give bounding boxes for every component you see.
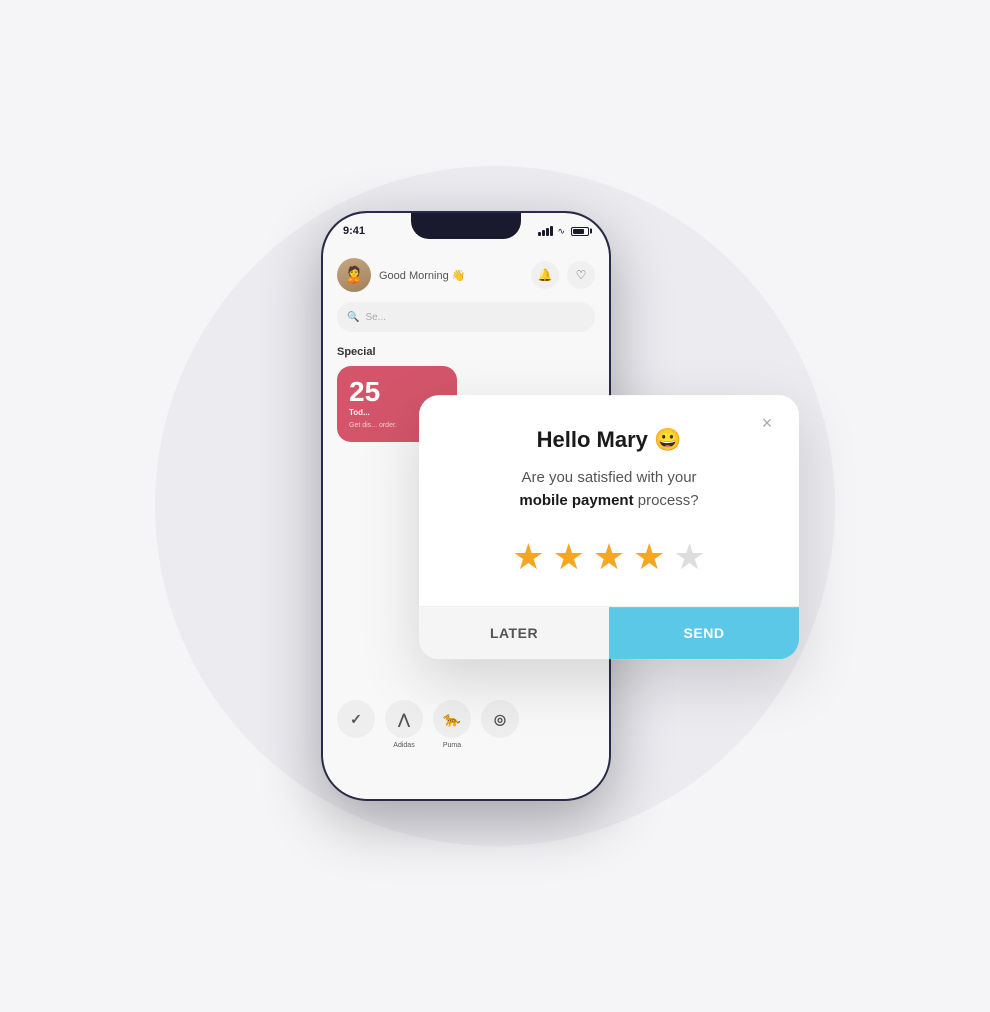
- brand-item-nike[interactable]: ✓: [337, 700, 375, 749]
- wifi-icon: ∿: [557, 226, 565, 237]
- search-icon: 🔍: [347, 312, 359, 323]
- close-button[interactable]: ×: [755, 411, 779, 435]
- brand-name-adidas: Adidas: [393, 742, 414, 749]
- popup-desc-process: process?: [638, 492, 699, 509]
- signal-icon: [538, 226, 553, 236]
- search-placeholder: Se...: [365, 312, 386, 323]
- brand-name-puma: Puma: [443, 742, 461, 749]
- brand-item-asics[interactable]: ◎: [481, 700, 519, 749]
- scene: 9:41 ∿: [145, 156, 845, 856]
- star-4[interactable]: ★: [633, 536, 665, 578]
- status-bar: 9:41 ∿: [323, 221, 609, 241]
- popup-desc-line1: Are you satisfied with your: [521, 469, 696, 486]
- battery-icon: [571, 227, 589, 236]
- header-icons: 🔔 ♡: [531, 261, 595, 289]
- brand-circle-asics: ◎: [481, 700, 519, 738]
- brand-item-puma[interactable]: 🐆 Puma: [433, 700, 471, 749]
- avatar: 🙎: [337, 258, 371, 292]
- brand-circle-puma: 🐆: [433, 700, 471, 738]
- star-1[interactable]: ★: [512, 536, 544, 578]
- greeting-text: Good Morning 👋: [379, 269, 465, 282]
- stars-rating[interactable]: ★ ★ ★ ★ ★: [455, 536, 763, 578]
- send-button[interactable]: SEND: [609, 607, 799, 659]
- later-button[interactable]: LATER: [419, 607, 609, 659]
- search-bar[interactable]: 🔍 Se...: [337, 302, 595, 332]
- popup-desc-bold: mobile payment: [519, 492, 633, 509]
- app-header: 🙎 Good Morning 👋 🔔 ♡: [337, 258, 595, 292]
- popup-description: Are you satisfied with your mobile payme…: [455, 467, 763, 512]
- brand-circle-adidas: ⋀: [385, 700, 423, 738]
- brands-row: ✓ ⋀ Adidas 🐆 Puma ◎: [337, 700, 595, 749]
- star-2[interactable]: ★: [553, 536, 585, 578]
- star-3[interactable]: ★: [593, 536, 625, 578]
- status-time: 9:41: [343, 225, 365, 237]
- brand-circle-nike: ✓: [337, 700, 375, 738]
- popup-content: × Hello Mary 😀 Are you satisfied with yo…: [419, 395, 799, 578]
- heart-icon[interactable]: ♡: [567, 261, 595, 289]
- popup-actions: LATER SEND: [419, 606, 799, 659]
- notification-icon[interactable]: 🔔: [531, 261, 559, 289]
- brand-item-adidas[interactable]: ⋀ Adidas: [385, 700, 423, 749]
- section-label: Special: [337, 346, 595, 358]
- star-5[interactable]: ★: [673, 536, 705, 578]
- feedback-popup: × Hello Mary 😀 Are you satisfied with yo…: [419, 395, 799, 659]
- status-icons: ∿: [538, 226, 589, 237]
- popup-title: Hello Mary 😀: [455, 427, 763, 453]
- header-left: 🙎 Good Morning 👋: [337, 258, 465, 292]
